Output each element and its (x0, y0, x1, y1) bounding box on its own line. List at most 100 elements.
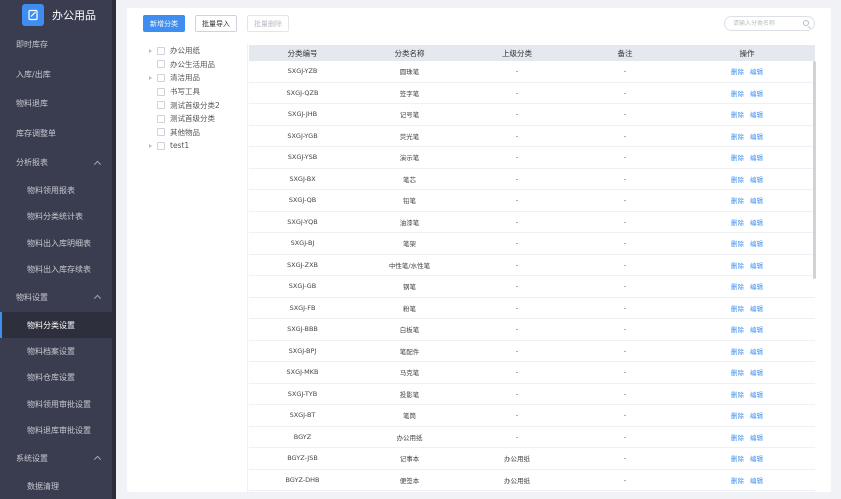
search-box[interactable] (724, 16, 815, 31)
tree-node[interactable]: 其他物品 (145, 126, 245, 140)
sidebar-item-10[interactable]: 物料分类设置 (0, 312, 112, 339)
delete-link[interactable]: 删除 (731, 281, 744, 291)
sidebar-item-1[interactable]: 入库/出库 (0, 60, 112, 90)
app-title: 办公用品 (52, 9, 96, 22)
edit-link[interactable]: 编辑 (750, 410, 763, 420)
sidebar-item-16[interactable]: 数据清理 (0, 473, 112, 499)
tree-node[interactable]: 书写工具 (145, 85, 245, 99)
add-category-button[interactable]: 新增分类 (143, 15, 185, 32)
edit-link[interactable]: 编辑 (750, 346, 763, 356)
sidebar-item-7[interactable]: 物料出入库明细表 (0, 230, 112, 256)
sidebar-item-label: 物料退库 (16, 99, 48, 109)
sidebar-item-12[interactable]: 物料仓库设置 (0, 365, 112, 391)
sidebar-item-13[interactable]: 物料领用审批设置 (0, 391, 112, 417)
chevron-up-icon (93, 160, 102, 168)
delete-link[interactable]: 删除 (731, 152, 744, 162)
delete-link[interactable]: 删除 (731, 238, 744, 248)
tree-checkbox[interactable] (157, 114, 165, 123)
delete-link[interactable]: 删除 (731, 346, 744, 356)
tree-node[interactable]: 测试首级分类 (145, 112, 245, 126)
tree-node[interactable]: 清洁用品 (145, 71, 245, 85)
cell-actions: 删除 编辑 (679, 195, 815, 205)
cell-remark: - (623, 432, 627, 441)
sidebar-item-8[interactable]: 物料出入库存续表 (0, 256, 112, 282)
tree-checkbox[interactable] (157, 101, 165, 110)
batch-import-button[interactable]: 批量导入 (195, 15, 237, 32)
edit-link[interactable]: 编辑 (750, 303, 763, 313)
sidebar-item-6[interactable]: 物料分类统计表 (0, 204, 112, 230)
delete-link[interactable]: 删除 (731, 109, 744, 119)
delete-link[interactable]: 删除 (731, 432, 744, 442)
caret-right-icon[interactable] (147, 143, 153, 149)
edit-link[interactable]: 编辑 (750, 152, 763, 162)
tree-checkbox[interactable] (157, 141, 165, 150)
edit-link[interactable]: 编辑 (750, 238, 763, 248)
search-input[interactable] (733, 20, 803, 27)
delete-link[interactable]: 删除 (731, 195, 744, 205)
delete-link[interactable]: 删除 (731, 174, 744, 184)
edit-link[interactable]: 编辑 (750, 109, 763, 119)
edit-link[interactable]: 编辑 (750, 389, 763, 399)
search-icon[interactable] (803, 20, 809, 26)
delete-link[interactable]: 删除 (731, 367, 744, 377)
caret-right-icon[interactable] (147, 48, 153, 54)
delete-link[interactable]: 删除 (731, 389, 744, 399)
column-header-name: 分类名称 (394, 48, 425, 58)
delete-link[interactable]: 删除 (731, 88, 744, 98)
delete-link[interactable]: 删除 (731, 453, 744, 463)
edit-link[interactable]: 编辑 (750, 324, 763, 334)
sidebar-item-3[interactable]: 库存调整单 (0, 119, 112, 149)
tree-node[interactable]: test1 (145, 139, 245, 153)
sidebar-item-11[interactable]: 物料档案设置 (0, 338, 112, 364)
tree-checkbox[interactable] (157, 128, 165, 137)
edit-link[interactable]: 编辑 (750, 217, 763, 227)
edit-link[interactable]: 编辑 (750, 281, 763, 291)
tree-checkbox[interactable] (157, 60, 165, 69)
edit-link[interactable]: 编辑 (750, 453, 763, 463)
cell-parent: - (515, 368, 519, 377)
sidebar-item-14[interactable]: 物料退库审批设置 (0, 417, 112, 443)
sidebar-item-4[interactable]: 分析报表 (0, 148, 112, 178)
cell-actions: 删除 编辑 (679, 174, 815, 184)
cell-remark: - (623, 131, 627, 140)
edit-link[interactable]: 编辑 (750, 367, 763, 377)
table-row: SXGJ-JHB 记号笔 - - 删除 编辑 (249, 104, 815, 126)
cell-name: 笔筒 (403, 412, 416, 421)
tree-node[interactable]: 办公生活用品 (145, 58, 245, 72)
sidebar-item-5[interactable]: 物料领用报表 (0, 178, 112, 204)
caret-right-icon[interactable] (147, 75, 153, 81)
delete-link[interactable]: 删除 (731, 410, 744, 420)
delete-link[interactable]: 删除 (731, 66, 744, 76)
sidebar-item-15[interactable]: 系统设置 (0, 444, 112, 474)
edit-link[interactable]: 编辑 (750, 195, 763, 205)
edit-link[interactable]: 编辑 (750, 475, 763, 485)
sidebar-item-9[interactable]: 物料设置 (0, 283, 112, 313)
table-row: SXGJ-BBB 白板笔 - - 删除 编辑 (249, 319, 815, 341)
delete-link[interactable]: 删除 (731, 475, 744, 485)
delete-link[interactable]: 删除 (731, 131, 744, 141)
tree-node[interactable]: 测试首级分类2 (145, 98, 245, 112)
edit-link[interactable]: 编辑 (750, 88, 763, 98)
tree-checkbox[interactable] (157, 73, 165, 82)
tree-node-label: 书写工具 (170, 87, 200, 97)
edit-link[interactable]: 编辑 (750, 66, 763, 76)
tree-checkbox[interactable] (157, 46, 165, 55)
delete-link[interactable]: 删除 (731, 303, 744, 313)
delete-link[interactable]: 删除 (731, 217, 744, 227)
edit-link[interactable]: 编辑 (750, 432, 763, 442)
tree-checkbox[interactable] (157, 87, 165, 96)
cell-name: 笔架 (403, 240, 416, 249)
cell-actions: 删除 编辑 (679, 109, 815, 119)
tree-node-label: 清洁用品 (170, 73, 200, 83)
edit-link[interactable]: 编辑 (750, 174, 763, 184)
delete-link[interactable]: 删除 (731, 324, 744, 334)
edit-link[interactable]: 编辑 (750, 260, 763, 270)
table-scrollbar[interactable] (813, 61, 816, 279)
tree-node[interactable]: 办公用纸 (145, 44, 245, 58)
delete-link[interactable]: 删除 (731, 260, 744, 270)
sidebar-item-0[interactable]: 即时库存 (0, 30, 112, 60)
batch-delete-button[interactable]: 批量删除 (247, 15, 289, 32)
sidebar-item-2[interactable]: 物料退库 (0, 89, 112, 119)
edit-link[interactable]: 编辑 (750, 131, 763, 141)
